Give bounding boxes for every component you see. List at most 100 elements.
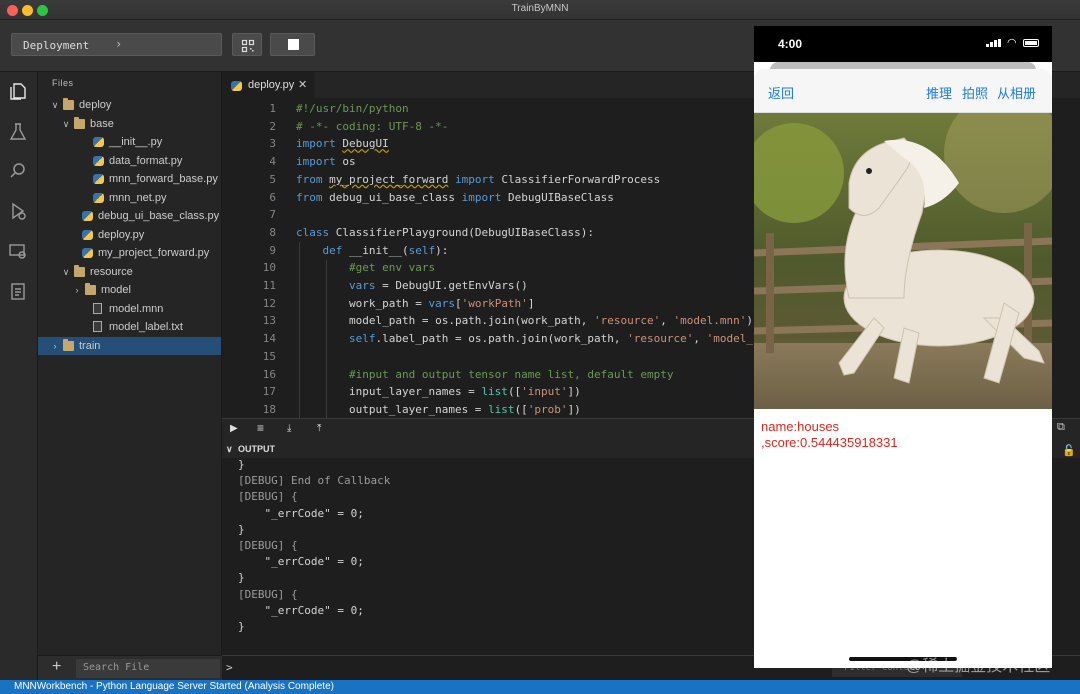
- chevron-down-icon[interactable]: ∨: [61, 115, 71, 133]
- phone-status-bar: 4:00 ◠: [754, 26, 1052, 62]
- tree-item[interactable]: › model: [38, 281, 221, 299]
- code-line: work_path = vars['workPath']: [296, 296, 535, 310]
- files-icon[interactable]: [7, 80, 29, 102]
- output-line: [DEBUG] {: [238, 587, 298, 601]
- tree-item[interactable]: debug_ui_base_class.py: [38, 207, 221, 225]
- chevron-down-icon: ∨: [226, 444, 233, 454]
- python-file-icon: [93, 192, 104, 203]
- tree-item[interactable]: deploy.py: [38, 226, 221, 244]
- title-bar: TrainByMNN: [0, 0, 1080, 20]
- tree-item[interactable]: ∨ deploy: [38, 96, 221, 114]
- target-select[interactable]: Deployment ›: [11, 33, 222, 56]
- activity-bar: [0, 72, 38, 680]
- python-file-icon: [93, 174, 104, 184]
- upload-icon[interactable]: ⤒: [317, 423, 321, 434]
- tree-item[interactable]: › train: [38, 336, 221, 355]
- tree-item[interactable]: ∨ base: [38, 115, 221, 133]
- tree-item[interactable]: data_format.py: [38, 152, 221, 170]
- tree-item[interactable]: my_project_forward.py: [38, 244, 221, 262]
- code-line: vars = DebugUI.getEnvVars(): [348, 279, 528, 292]
- python-file-icon: [93, 137, 104, 147]
- window-title: TrainByMNN: [511, 3, 569, 14]
- tree-item[interactable]: mnn_net.py: [38, 189, 221, 207]
- tree-item-label: base: [90, 117, 114, 130]
- output-line: }: [238, 571, 245, 585]
- camera-button[interactable]: 拍照: [962, 83, 988, 102]
- flask-icon[interactable]: [7, 120, 29, 142]
- line-number: 5: [269, 172, 276, 186]
- target-select-value: Deployment: [23, 39, 90, 52]
- clipboard-icon[interactable]: [7, 280, 29, 302]
- list-icon[interactable]: ≡: [257, 421, 264, 435]
- code-line: #get env vars: [348, 261, 436, 275]
- qr-code-button[interactable]: [232, 33, 262, 56]
- device-icon[interactable]: [7, 240, 29, 262]
- line-number: 11: [262, 279, 276, 292]
- line-number: 15: [262, 349, 276, 363]
- album-button[interactable]: 从相册: [997, 83, 1036, 102]
- chevron-right-icon[interactable]: ›: [72, 281, 82, 299]
- horse-photo: [754, 113, 1052, 409]
- line-number: 10: [262, 261, 276, 275]
- line-number: 1: [269, 102, 276, 115]
- tree-item[interactable]: __init__.py: [38, 133, 221, 151]
- battery-icon: [1023, 39, 1039, 47]
- tree-item-label: model.mnn: [109, 302, 164, 315]
- output-line: [DEBUG] {: [238, 490, 298, 504]
- debug-run-icon[interactable]: [7, 200, 29, 222]
- line-number: 6: [269, 190, 276, 204]
- explorer-footer: + Search File: [38, 655, 222, 680]
- python-file-icon: [82, 211, 93, 221]
- output-line: [DEBUG] {: [238, 539, 298, 552]
- chevron-right-icon[interactable]: ›: [50, 337, 60, 355]
- search-file-input[interactable]: Search File: [76, 659, 220, 678]
- file-icon: [93, 302, 102, 314]
- line-number: 2: [269, 119, 276, 133]
- chevron-down-icon[interactable]: ∨: [50, 96, 60, 114]
- wifi-icon: ◠: [1007, 37, 1017, 49]
- tree-item-label: resource: [90, 265, 133, 278]
- explorer-header: Files: [52, 78, 74, 88]
- result-score: ,score:0.544435918331: [761, 435, 898, 450]
- search-icon[interactable]: [7, 160, 29, 182]
- run-icon[interactable]: ▶: [230, 423, 238, 434]
- tree-item-label: deploy.py: [98, 228, 145, 241]
- line-number: 13: [262, 314, 276, 328]
- tree-item[interactable]: ∨ resource: [38, 263, 221, 281]
- output-line: }: [238, 522, 245, 536]
- line-number: 16: [262, 367, 276, 381]
- file-explorer: Files ∨ deploy ∨ base __init__.py data_format…: [38, 72, 222, 680]
- python-file-icon: [82, 229, 93, 240]
- code-line: from my_project_forward import Classifie…: [296, 172, 661, 186]
- status-bar: MNNWorkbench - Python Language Server St…: [0, 680, 1080, 694]
- code-line: import DebugUI: [296, 137, 389, 151]
- folder-icon: [63, 338, 74, 351]
- code-line: from debug_ui_base_class import DebugUIB…: [296, 190, 614, 204]
- add-file-button[interactable]: +: [52, 658, 61, 676]
- console-prompt[interactable]: >: [226, 661, 233, 674]
- code-line: def __init__(self):: [322, 243, 449, 257]
- tree-item-label: __init__.py: [109, 136, 163, 148]
- back-button[interactable]: 返回: [768, 83, 794, 102]
- tab-label: deploy.py: [248, 79, 295, 91]
- folder-icon: [63, 98, 74, 110]
- tab-deploy-py[interactable]: deploy.py ✕: [222, 72, 314, 98]
- chevron-down-icon[interactable]: ∨: [61, 263, 71, 281]
- stop-button[interactable]: [270, 33, 315, 56]
- phone-clock: 4:00: [778, 37, 803, 51]
- lock-icon[interactable]: 🔓: [1062, 444, 1076, 457]
- tree-item[interactable]: model.mnn: [38, 300, 221, 318]
- tree-item[interactable]: model_label.txt: [38, 318, 221, 336]
- line-number: 14: [262, 332, 276, 346]
- download-icon[interactable]: ⤓: [287, 423, 291, 434]
- code-line: #input and output tensor name list, defa…: [348, 367, 674, 381]
- qr-code-icon: [241, 39, 255, 53]
- output-line: }: [238, 458, 245, 471]
- inference-result: name:houses ,score:0.544435918331: [761, 419, 898, 451]
- copy-icon[interactable]: ⧉: [1057, 421, 1065, 434]
- tree-item[interactable]: mnn_forward_base.py: [38, 170, 221, 188]
- infer-button[interactable]: 推理: [926, 83, 952, 102]
- file-icon: [93, 321, 102, 332]
- code-line: output_layer_names = list(['prob']): [296, 402, 581, 416]
- close-tab-icon[interactable]: ✕: [298, 72, 307, 98]
